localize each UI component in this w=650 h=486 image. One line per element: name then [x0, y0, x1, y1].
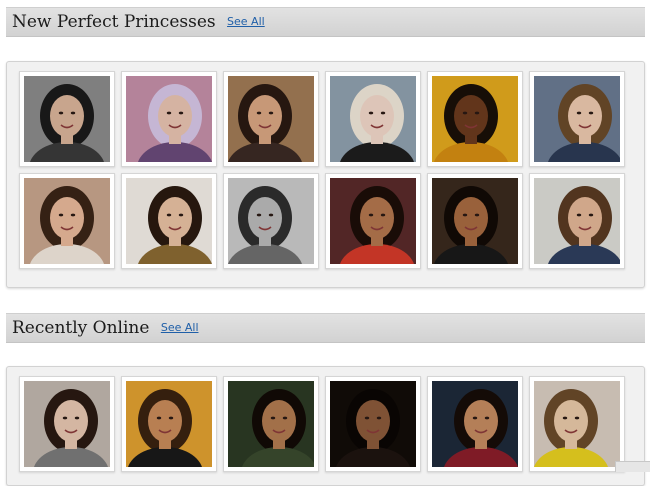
profile-photo — [126, 381, 212, 467]
profile-photo — [330, 76, 416, 162]
profile-photo-thumbnail[interactable] — [529, 71, 625, 167]
profile-photo — [228, 76, 314, 162]
profile-photo — [534, 381, 620, 467]
profile-photo — [24, 178, 110, 264]
see-all-link[interactable]: See All — [227, 15, 265, 28]
profile-photo-thumbnail[interactable] — [19, 71, 115, 167]
profile-photo — [126, 178, 212, 264]
profile-photo-thumbnail[interactable] — [121, 376, 217, 472]
profile-photo — [330, 381, 416, 467]
profile-photo-thumbnail[interactable] — [223, 71, 319, 167]
section-title: Recently Online See All — [12, 318, 199, 338]
profile-photo-thumbnail[interactable] — [325, 173, 421, 269]
section-title-text: Recently Online — [12, 318, 150, 338]
profile-photo-thumbnail[interactable] — [19, 173, 115, 269]
profile-photo — [24, 381, 110, 467]
profile-photo-thumbnail[interactable] — [529, 376, 625, 472]
profile-photo-thumbnail[interactable] — [427, 376, 523, 472]
profile-photo — [432, 381, 518, 467]
profile-photo — [432, 178, 518, 264]
profile-photo-thumbnail[interactable] — [325, 376, 421, 472]
see-all-link[interactable]: See All — [161, 321, 199, 334]
profile-photo-thumbnail[interactable] — [223, 376, 319, 472]
profile-photo — [24, 76, 110, 162]
profile-photo — [228, 178, 314, 264]
section-header-new-princesses: New Perfect Princesses See All — [6, 7, 645, 37]
profile-photo-thumbnail[interactable] — [121, 71, 217, 167]
profile-photo-thumbnail[interactable] — [427, 173, 523, 269]
photo-grid-recently-online — [6, 366, 645, 486]
section-title-text: New Perfect Princesses — [12, 12, 216, 32]
corner-tab — [615, 461, 650, 472]
section-title: New Perfect Princesses See All — [12, 12, 265, 32]
profile-photo — [228, 381, 314, 467]
profile-photo — [126, 76, 212, 162]
profile-photo — [330, 178, 416, 264]
profile-photo-thumbnail[interactable] — [19, 376, 115, 472]
profile-photo-thumbnail[interactable] — [529, 173, 625, 269]
profile-photo-thumbnail[interactable] — [325, 71, 421, 167]
photo-grid-new-princesses — [6, 61, 645, 288]
profile-photo-thumbnail[interactable] — [427, 71, 523, 167]
profile-photo-thumbnail[interactable] — [223, 173, 319, 269]
profile-photo-thumbnail[interactable] — [121, 173, 217, 269]
section-header-recently-online: Recently Online See All — [6, 313, 645, 343]
profile-photo — [432, 76, 518, 162]
profile-photo — [534, 76, 620, 162]
profile-photo — [534, 178, 620, 264]
